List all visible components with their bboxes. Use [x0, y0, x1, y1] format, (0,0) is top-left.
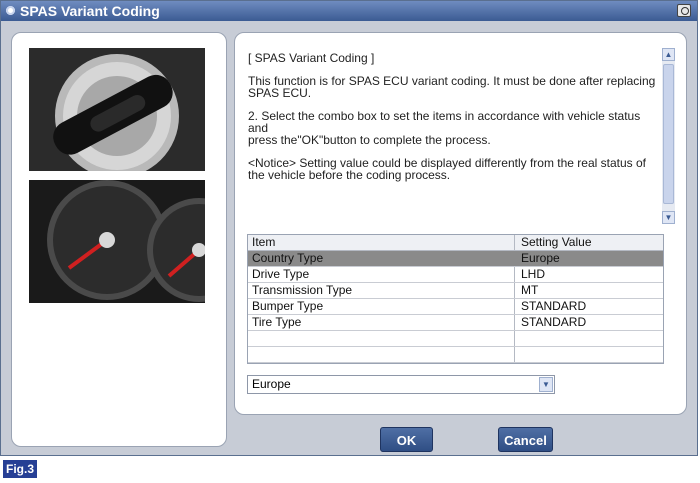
description-paragraph: <Notice> Setting value could be displaye…: [248, 156, 647, 182]
chevron-down-icon[interactable]: ▼: [539, 377, 553, 392]
camera-icon[interactable]: [677, 4, 691, 17]
cancel-button[interactable]: Cancel: [498, 427, 553, 452]
combo-selected-value: Europe: [252, 377, 291, 391]
item-cell: Tire Type: [252, 315, 302, 329]
value-cell: STANDARD: [521, 299, 587, 313]
setting-combo-box[interactable]: Europe ▼: [247, 375, 555, 394]
table-row[interactable]: Drive Type LHD: [248, 267, 663, 283]
scroll-down-icon[interactable]: ▼: [662, 211, 675, 224]
settings-table: Item Setting Value Country Type Europe D…: [247, 234, 664, 364]
description-paragraph: 2. Select the combo box to set the items…: [248, 109, 641, 147]
table-row-empty: [248, 331, 663, 347]
column-header-item: Item: [252, 235, 276, 249]
item-cell: Country Type: [252, 251, 324, 265]
item-cell: Bumper Type: [252, 299, 324, 313]
table-row[interactable]: Bumper Type STANDARD: [248, 299, 663, 315]
table-row-empty: [248, 347, 663, 363]
value-cell: MT: [521, 283, 539, 297]
table-row[interactable]: Tire Type STANDARD: [248, 315, 663, 331]
item-cell: Drive Type: [252, 267, 310, 281]
description-scrollbar[interactable]: ▲ ▼: [662, 48, 675, 224]
value-cell: STANDARD: [521, 315, 587, 329]
description-heading: [ SPAS Variant Coding ]: [248, 52, 375, 65]
description-text: [ SPAS Variant Coding ] This function is…: [248, 52, 658, 224]
scroll-thumb[interactable]: [663, 64, 674, 204]
app-icon: [6, 6, 15, 15]
description-paragraph: This function is for SPAS ECU variant co…: [248, 74, 656, 100]
title-bar: SPAS Variant Coding: [1, 1, 697, 21]
table-row[interactable]: Transmission Type MT: [248, 283, 663, 299]
column-header-setting-value: Setting Value: [521, 235, 592, 249]
value-cell: LHD: [521, 267, 546, 281]
value-cell: Europe: [521, 251, 560, 265]
item-cell: Transmission Type: [252, 283, 353, 297]
window-title: SPAS Variant Coding: [20, 3, 160, 19]
table-header: Item Setting Value: [248, 235, 663, 251]
table-row[interactable]: Country Type Europe: [248, 251, 663, 267]
figure-label: Fig.3: [3, 460, 38, 478]
ignition-switch-image: [29, 48, 205, 171]
scroll-up-icon[interactable]: ▲: [662, 48, 675, 61]
instrument-cluster-image: [29, 180, 205, 303]
ok-button[interactable]: OK: [380, 427, 433, 452]
